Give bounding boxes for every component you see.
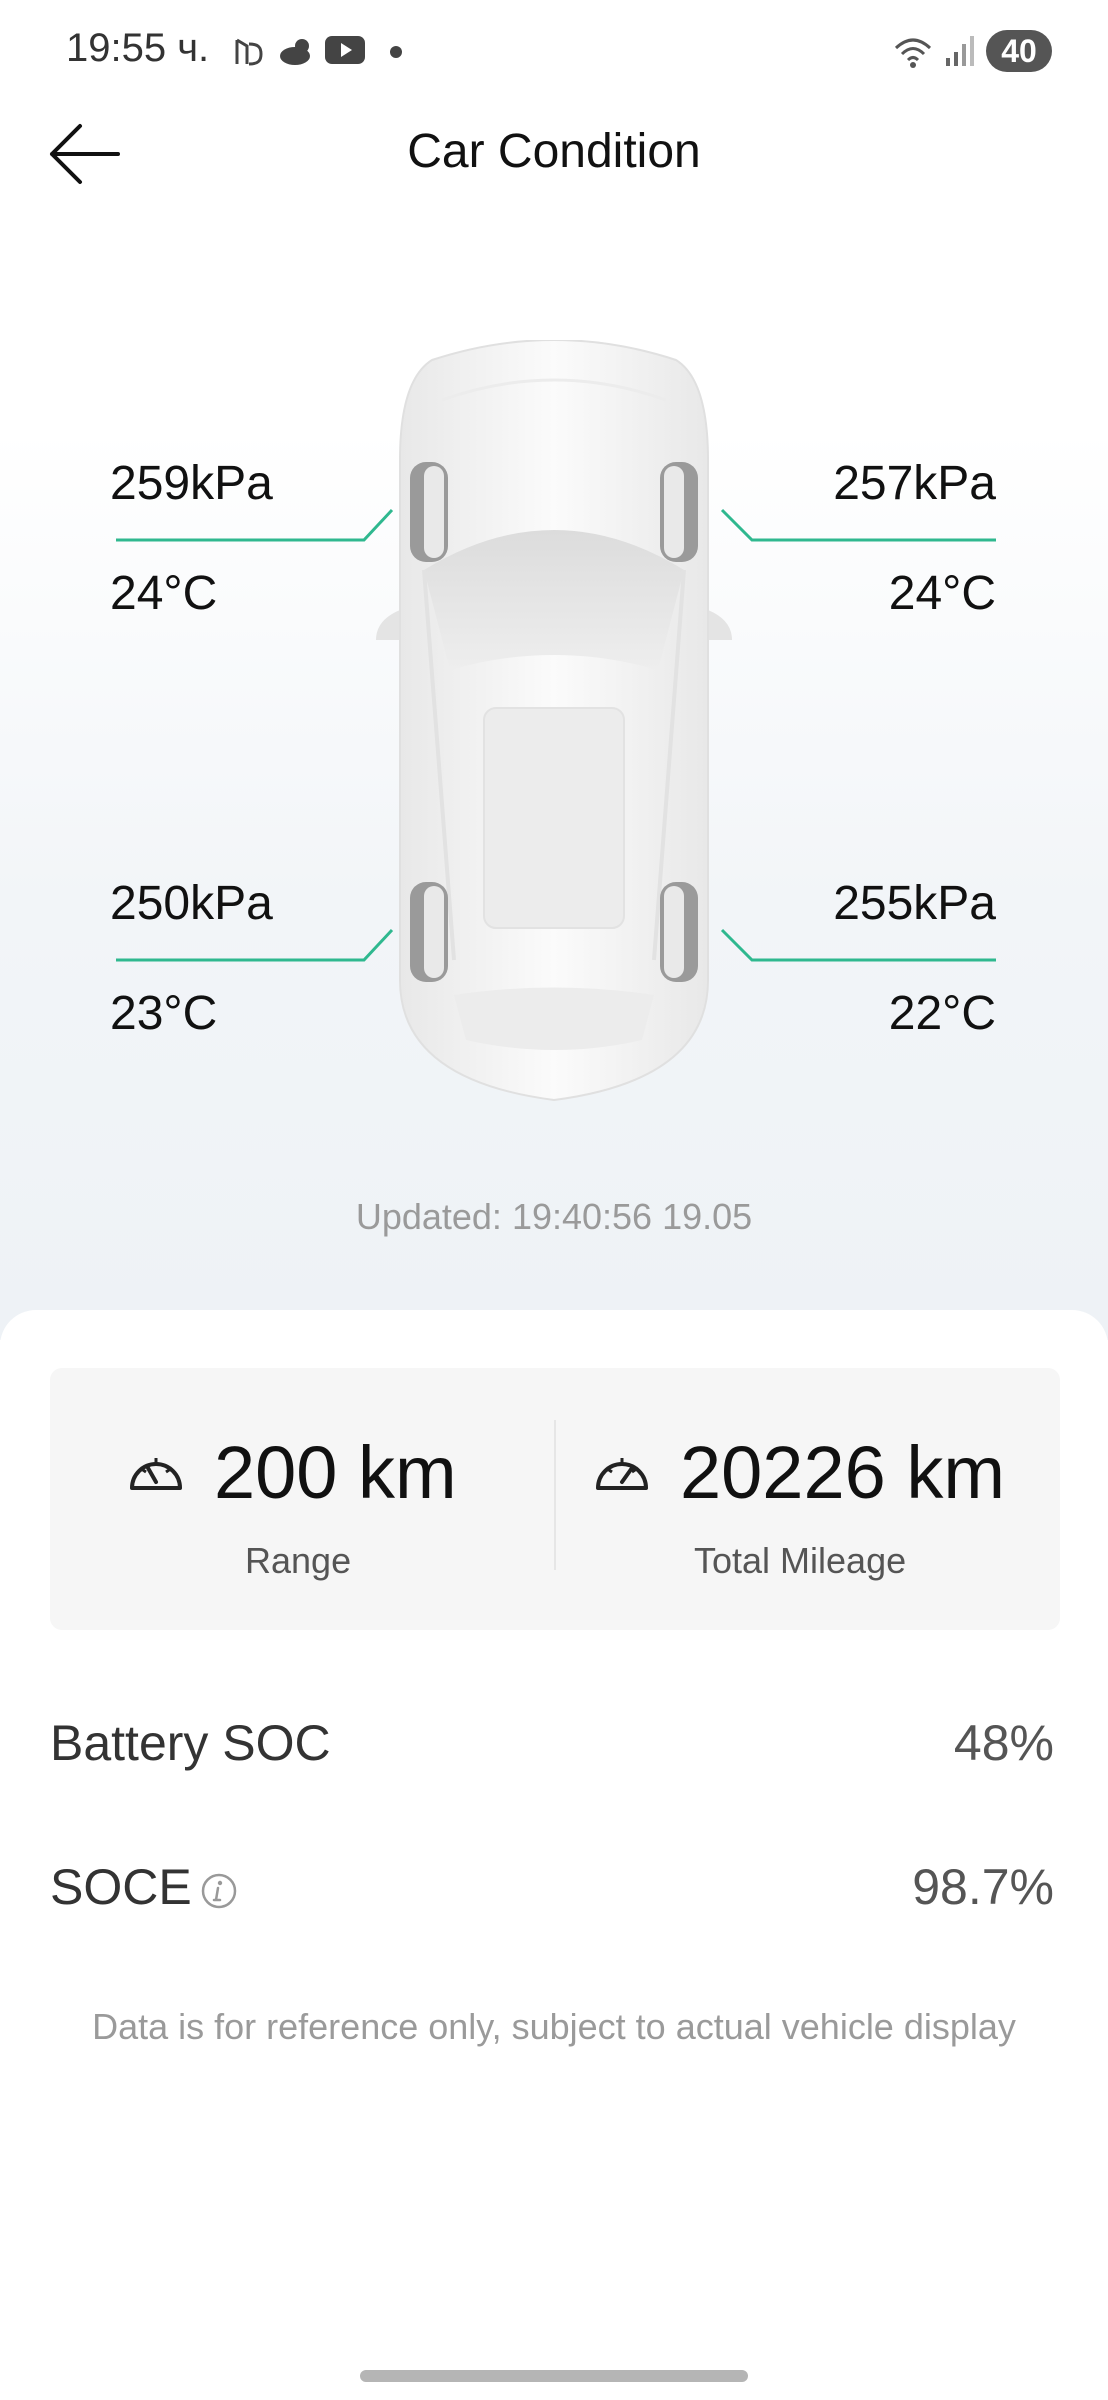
battery-soc-label: Battery SOC [50,1715,331,1771]
leader-line-rear-left [116,928,394,962]
stats-divider [554,1420,556,1570]
leader-line-front-right [720,508,996,542]
info-icon[interactable] [200,1872,238,1910]
rear-right-pressure: 255kPa [833,877,996,930]
leader-line-front-left [116,508,394,542]
soce-label: SOCE [50,1859,192,1915]
leader-line-rear-right [720,928,996,962]
front-left-pressure: 259kPa [110,457,273,510]
home-indicator[interactable] [360,2370,748,2382]
total-mileage-value: 20226 km [680,1431,1005,1514]
updated-timestamp: Updated: 19:40:56 19.05 [355,1196,753,1237]
total-mileage-label: Total Mileage [694,1540,907,1581]
battery-soc-value: 48% [953,1715,1054,1771]
speedometer-icon [130,1458,182,1490]
soce-value: 98.7% [912,1859,1054,1915]
rear-left-temperature: 23°C [110,987,218,1040]
rear-left-pressure: 250kPa [110,877,273,930]
range-label: Range [245,1540,352,1581]
range-value: 200 km [214,1431,457,1514]
tire-leader-lines [116,508,996,962]
odometer-icon [596,1458,648,1490]
disclaimer-text: Data is for reference only, subject to a… [92,2006,1016,2047]
front-right-temperature: 24°C [888,567,996,620]
front-right-pressure: 257kPa [833,457,996,510]
rear-right-temperature: 22°C [888,987,996,1040]
front-left-temperature: 24°C [110,567,218,620]
